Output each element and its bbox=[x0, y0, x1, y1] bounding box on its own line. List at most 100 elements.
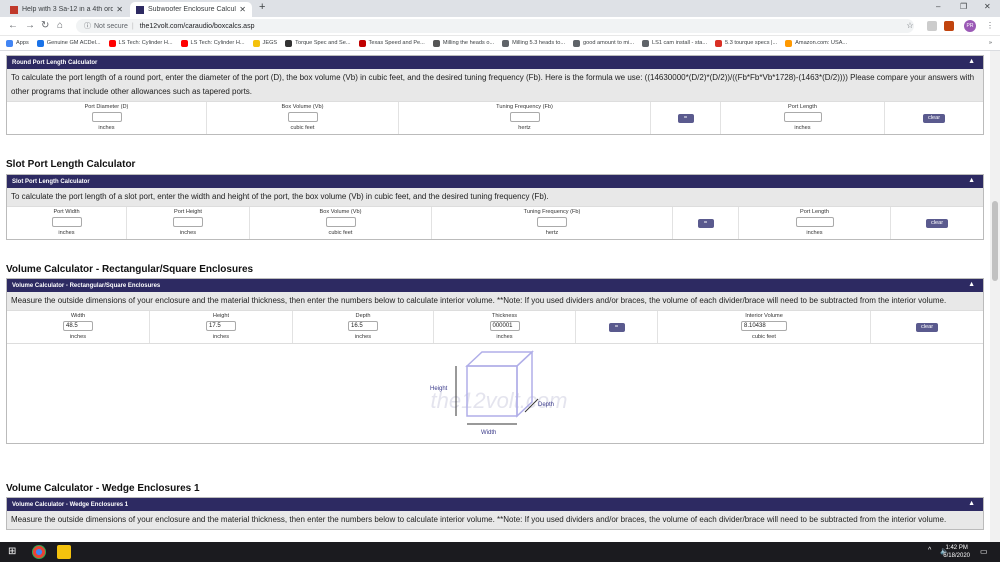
bookmark-favicon-icon bbox=[108, 39, 116, 47]
collapse-arrow-icon[interactable]: ▲ bbox=[968, 500, 975, 507]
calculator-header-title: Volume Calculator - Rectangular/Square E… bbox=[12, 282, 161, 289]
tab-help-with-sa12[interactable]: Help with 3 Sa-12 in a 4th order ✕ bbox=[4, 2, 129, 17]
interior-volume-output[interactable]: 8.10438 bbox=[741, 321, 787, 331]
bookmark-label: LS Tech: Cylinder H... bbox=[118, 40, 173, 46]
bookmark-item[interactable]: Amazon.com: USA... bbox=[785, 39, 848, 47]
chrome-taskbar-icon[interactable] bbox=[32, 545, 46, 559]
calculator-description: To calculate the port length of a round … bbox=[7, 69, 983, 101]
port-width-input[interactable] bbox=[51, 217, 82, 227]
width-cell: Width 48.5 inches bbox=[7, 311, 150, 343]
tuning-frequency-cell: Tuning Frequency (Fb) hertz bbox=[432, 207, 673, 239]
bookmark-item[interactable]: LS Tech: Cylinder H... bbox=[108, 39, 173, 47]
tab-subwoofer-calculators[interactable]: Subwoofer Enclosure Calculators ✕ bbox=[130, 2, 252, 17]
box-volume-input[interactable] bbox=[287, 112, 318, 122]
calculator-header-title: Round Port Length Calculator bbox=[12, 59, 98, 66]
clock-time: 1:42 PM bbox=[945, 545, 968, 551]
maximize-button[interactable]: ❐ bbox=[960, 2, 967, 11]
forward-icon[interactable]: → bbox=[25, 20, 35, 31]
minimize-button[interactable]: – bbox=[936, 2, 940, 11]
equals-cell: = bbox=[651, 102, 721, 134]
bookmark-item[interactable]: LS Tech: Cylinder H... bbox=[180, 39, 245, 47]
calculator-header[interactable]: Round Port Length Calculator ▲ bbox=[7, 56, 983, 69]
depth-label: Depth bbox=[538, 402, 554, 408]
profile-avatar[interactable]: PR bbox=[964, 20, 976, 32]
bookmark-item[interactable]: good amount to mi... bbox=[573, 39, 634, 47]
port-diameter-input[interactable] bbox=[91, 112, 122, 122]
bookmark-item[interactable]: Milling the heads o... bbox=[432, 39, 494, 47]
port-height-input[interactable] bbox=[173, 217, 203, 227]
watermark-text: the12volt.com bbox=[431, 388, 568, 413]
calculate-button[interactable]: = bbox=[608, 323, 625, 332]
bookmark-item[interactable]: Texas Speed and Pe... bbox=[358, 39, 425, 47]
close-tab-icon[interactable]: ✕ bbox=[239, 5, 246, 14]
bookmark-label: Genuine GM ACDel... bbox=[46, 40, 101, 46]
height-input[interactable]: 17.5 bbox=[206, 321, 236, 331]
port-length-output[interactable] bbox=[795, 217, 834, 227]
calculator-inputs-row: Port Diameter (D) inches Box Volume (Vb)… bbox=[7, 101, 983, 134]
close-window-button[interactable]: ✕ bbox=[984, 2, 991, 11]
calculator-header[interactable]: Slot Port Length Calculator ▲ bbox=[7, 175, 983, 188]
bookmark-favicon-icon bbox=[432, 39, 440, 47]
file-explorer-icon[interactable] bbox=[57, 545, 71, 559]
bookmark-label: Amazon.com: USA... bbox=[795, 40, 848, 46]
address-bar[interactable]: ⓘ Not secure | the12volt.com/caraudio/bo… bbox=[76, 19, 914, 33]
bookmark-star-icon[interactable]: ☆ bbox=[905, 21, 915, 31]
field-unit: hertz bbox=[518, 125, 531, 131]
close-tab-icon[interactable]: ✕ bbox=[116, 5, 123, 14]
bookmark-item[interactable]: Apps bbox=[6, 39, 29, 47]
calculator-header[interactable]: Volume Calculator - Rectangular/Square E… bbox=[7, 279, 983, 292]
tuning-frequency-input[interactable] bbox=[537, 217, 567, 227]
page-scrollbar[interactable] bbox=[990, 51, 1000, 542]
collapse-arrow-icon[interactable]: ▲ bbox=[968, 281, 975, 288]
width-input[interactable]: 48.5 bbox=[63, 321, 93, 331]
bookmarks-overflow-icon[interactable]: » bbox=[989, 40, 992, 46]
depth-input[interactable]: 16.5 bbox=[348, 321, 378, 331]
thickness-input[interactable]: 000001 bbox=[489, 321, 520, 331]
tuning-frequency-input[interactable] bbox=[509, 112, 540, 122]
extension-icon[interactable] bbox=[944, 21, 954, 31]
clear-button[interactable]: clear bbox=[923, 114, 945, 123]
reload-icon[interactable]: ↻ bbox=[41, 20, 49, 31]
bookmark-item[interactable]: JEGS bbox=[252, 39, 277, 47]
field-unit: hertz bbox=[545, 230, 559, 236]
bookmark-item[interactable]: Genuine GM ACDel... bbox=[36, 39, 101, 47]
info-icon[interactable]: ⓘ bbox=[84, 21, 91, 31]
extension-icon[interactable] bbox=[927, 21, 937, 31]
field-label: Port Length bbox=[800, 209, 829, 215]
bookmarks-bar: Apps Genuine GM ACDel... LS Tech: Cylinder… bbox=[0, 36, 1000, 51]
bookmark-item[interactable]: LS1 cam install - sta... bbox=[642, 39, 707, 47]
url-text: the12volt.com/caraudio/boxcalcs.asp bbox=[139, 22, 255, 30]
windows-start-icon[interactable]: ⊞ bbox=[8, 546, 16, 557]
thickness-cell: Thickness 000001 inches bbox=[434, 311, 576, 343]
port-length-output[interactable] bbox=[783, 112, 822, 122]
back-icon[interactable]: ← bbox=[8, 20, 18, 31]
tray-expand-icon[interactable]: ^ bbox=[928, 547, 931, 554]
bookmark-item[interactable]: Milling 5.3 heads to... bbox=[502, 39, 565, 47]
port-diameter-cell: Port Diameter (D) inches bbox=[7, 102, 207, 134]
clock[interactable]: 1:42 PM 6/18/2020 bbox=[943, 544, 970, 560]
separator: | bbox=[131, 22, 134, 30]
calculator-header[interactable]: Volume Calculator - Wedge Enclosures 1 ▲ bbox=[7, 498, 983, 511]
collapse-arrow-icon[interactable]: ▲ bbox=[968, 177, 975, 184]
calculator-inputs-row: Width 48.5 inches Height 17.5 inches Dep… bbox=[7, 310, 983, 343]
clear-button[interactable]: clear bbox=[926, 219, 948, 228]
notifications-icon[interactable]: ▭ bbox=[980, 547, 988, 556]
new-tab-button[interactable]: + bbox=[259, 1, 265, 13]
calculate-button[interactable]: = bbox=[697, 219, 714, 228]
field-unit: inches bbox=[98, 125, 115, 131]
menu-icon[interactable]: ⋮ bbox=[985, 21, 995, 31]
site-favicon-icon bbox=[136, 5, 144, 14]
section-title: Volume Calculator - Wedge Enclosures 1 bbox=[6, 483, 200, 494]
interior-volume-cell: Interior Volume 8.10438 cubic feet bbox=[658, 311, 871, 343]
scrollbar-thumb[interactable] bbox=[992, 201, 998, 281]
tab-strip: Help with 3 Sa-12 in a 4th order ✕ Subwo… bbox=[0, 0, 1000, 17]
volume-rect-calculator: Volume Calculator - Rectangular/Square E… bbox=[6, 278, 984, 444]
box-volume-input[interactable] bbox=[325, 217, 356, 227]
bookmark-item[interactable]: Torque Spec and Se... bbox=[285, 39, 351, 47]
calculator-header-title: Volume Calculator - Wedge Enclosures 1 bbox=[12, 501, 129, 508]
bookmark-item[interactable]: 5.3 tourque specs |... bbox=[715, 39, 777, 47]
clear-button[interactable]: clear bbox=[916, 323, 938, 332]
collapse-arrow-icon[interactable]: ▲ bbox=[968, 58, 975, 65]
calculate-button[interactable]: = bbox=[677, 114, 694, 123]
home-icon[interactable]: ⌂ bbox=[57, 20, 63, 31]
